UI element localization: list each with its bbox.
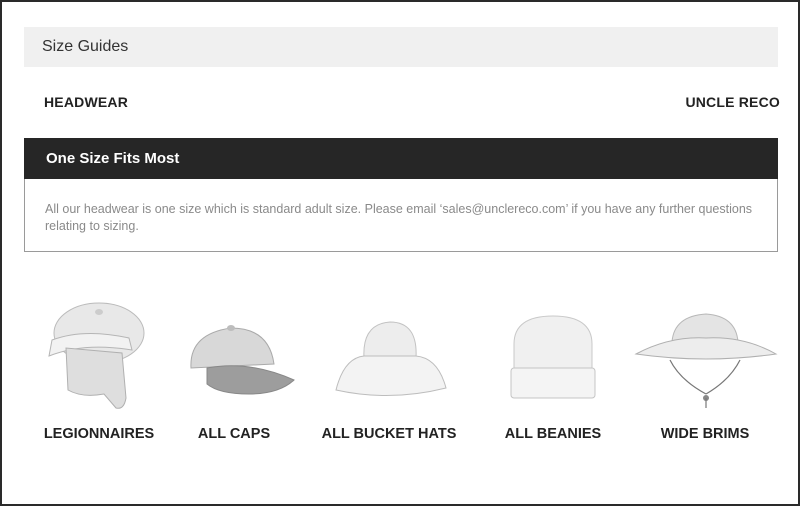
legionnaire-hat-icon [48,302,145,409]
panel-header[interactable]: One Size Fits Most [24,138,778,179]
product-wide-brims[interactable]: WIDE BRIMS [630,298,780,448]
page-frame: Size Guides HEADWEAR UNCLE RECO One Size… [0,0,800,506]
panel-text: All our headwear is one size which is st… [45,202,753,233]
beanie-icon [510,315,596,399]
product-caps[interactable]: ALL CAPS [159,298,309,448]
product-bucket-hats[interactable]: ALL BUCKET HATS [314,298,464,448]
product-label: WIDE BRIMS [660,426,750,442]
panel-body: All our headwear is one size which is st… [24,179,778,252]
cap-icon [190,325,295,395]
panel-title: One Size Fits Most [46,150,180,167]
product-legionnaires[interactable]: LEGIONNAIRES [24,298,174,448]
category-row: HEADWEAR UNCLE RECO [24,92,780,112]
bucket-hat-icon [335,321,447,397]
product-label: ALL BUCKET HATS [321,426,457,442]
category-label-headwear: HEADWEAR [44,94,129,110]
product-label: ALL BEANIES [504,426,602,442]
product-label: ALL CAPS [197,426,271,442]
brand-label: UNCLE RECO [685,94,780,110]
wide-brim-hat-icon [634,313,778,408]
product-beanies[interactable]: ALL BEANIES [478,298,628,448]
product-grid: LEGIONNAIRES ALL CAPS ALL BUCKET HATS AL… [24,298,778,458]
size-guides-header: Size Guides [24,27,778,67]
size-guides-title: Size Guides [42,38,129,55]
product-label: LEGIONNAIRES [43,426,155,442]
